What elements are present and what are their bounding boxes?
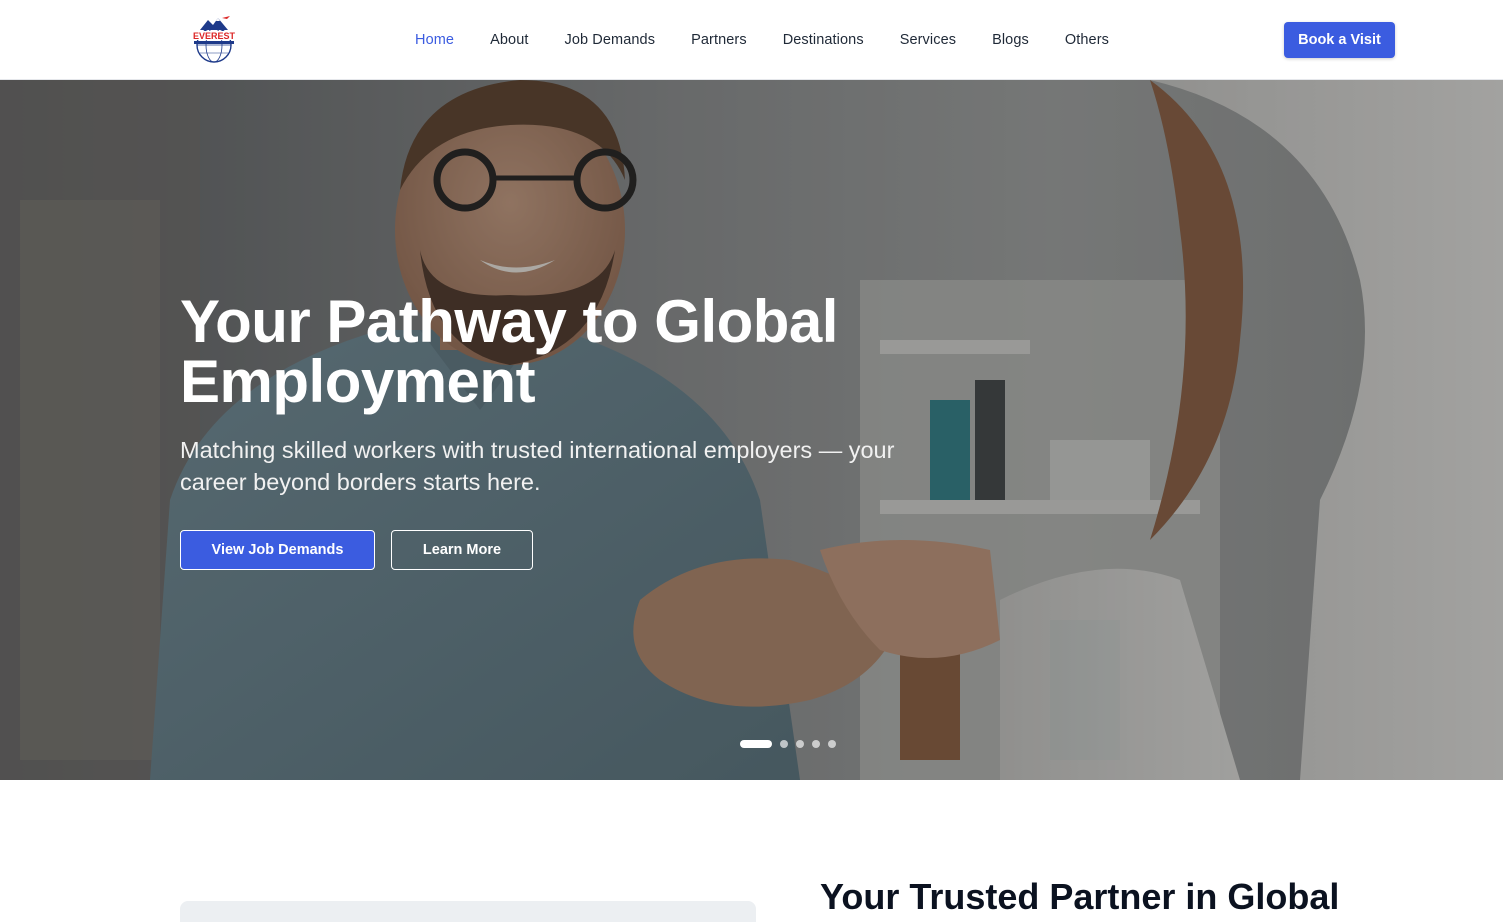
hero-carousel: Your Pathway to Global Employment Matchi… <box>0 80 1503 780</box>
brand-logo[interactable]: EVEREST <box>186 14 242 66</box>
nav-item-partners[interactable]: Partners <box>673 32 765 48</box>
carousel-dot-1[interactable] <box>740 740 772 748</box>
book-a-visit-button[interactable]: Book a Visit <box>1284 22 1395 58</box>
everest-logo-icon: EVEREST <box>186 14 242 66</box>
main-nav: Home About Job Demands Partners Destinat… <box>397 0 1127 80</box>
view-job-demands-button[interactable]: View Job Demands <box>180 530 375 570</box>
nav-item-others[interactable]: Others <box>1047 32 1127 48</box>
carousel-dot-5[interactable] <box>828 740 836 748</box>
hero-title: Your Pathway to Global Employment <box>180 288 838 415</box>
nav-item-job-demands[interactable]: Job Demands <box>547 32 674 48</box>
carousel-dot-3[interactable] <box>796 740 804 748</box>
svg-text:EVEREST: EVEREST <box>193 31 236 41</box>
about-image <box>180 901 756 922</box>
carousel-dot-4[interactable] <box>812 740 820 748</box>
nav-item-blogs[interactable]: Blogs <box>974 32 1047 48</box>
nav-item-services[interactable]: Services <box>882 32 974 48</box>
nav-item-about[interactable]: About <box>472 32 546 48</box>
site-header: EVEREST Home About Job Demands Partners … <box>0 0 1503 80</box>
about-section-title: Your Trusted Partner in Global <box>820 876 1340 917</box>
carousel-pagination <box>740 740 844 748</box>
hero-overlay <box>0 80 1503 780</box>
nav-item-home[interactable]: Home <box>397 32 472 48</box>
learn-more-button[interactable]: Learn More <box>391 530 533 570</box>
nav-item-destinations[interactable]: Destinations <box>765 32 882 48</box>
carousel-dot-2[interactable] <box>780 740 788 748</box>
hero-subtitle: Matching skilled workers with trusted in… <box>180 437 895 495</box>
